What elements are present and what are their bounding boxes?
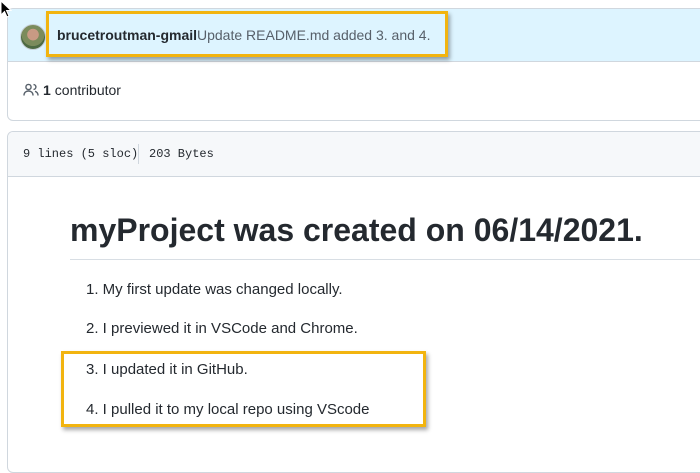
contributor-label: contributor xyxy=(54,82,121,98)
file-view: 9 lines (5 sloc) 203 Bytes myProject was… xyxy=(7,131,700,473)
list-item: 2. I previewed it in VSCode and Chrome. xyxy=(86,320,358,337)
list-item: 3. I updated it in GitHub. xyxy=(86,361,248,378)
commit-header: brucetroutman-gmail Update README.md add… xyxy=(8,9,700,62)
file-info-bar: 9 lines (5 sloc) 203 Bytes xyxy=(8,132,700,177)
latest-commit-box: brucetroutman-gmail Update README.md add… xyxy=(7,8,700,121)
title-divider xyxy=(70,259,700,260)
file-lines-count: 9 lines (5 sloc) xyxy=(23,147,139,161)
contributor-count: 1 xyxy=(43,82,51,98)
avatar[interactable] xyxy=(20,24,46,50)
mouse-cursor-icon xyxy=(0,0,12,18)
list-item: 1. My first update was changed locally. xyxy=(86,281,343,298)
divider xyxy=(138,144,139,164)
commit-message-link[interactable]: Update README.md added 3. and 4. xyxy=(197,27,430,43)
file-size: 203 Bytes xyxy=(149,147,214,161)
people-icon xyxy=(23,83,39,96)
list-item: 4. I pulled it to my local repo using VS… xyxy=(86,401,370,418)
commit-author-link[interactable]: brucetroutman-gmail xyxy=(57,27,197,43)
contributors-link[interactable]: 1 contributor xyxy=(23,82,121,98)
readme-title: myProject was created on 06/14/2021. xyxy=(70,212,643,248)
